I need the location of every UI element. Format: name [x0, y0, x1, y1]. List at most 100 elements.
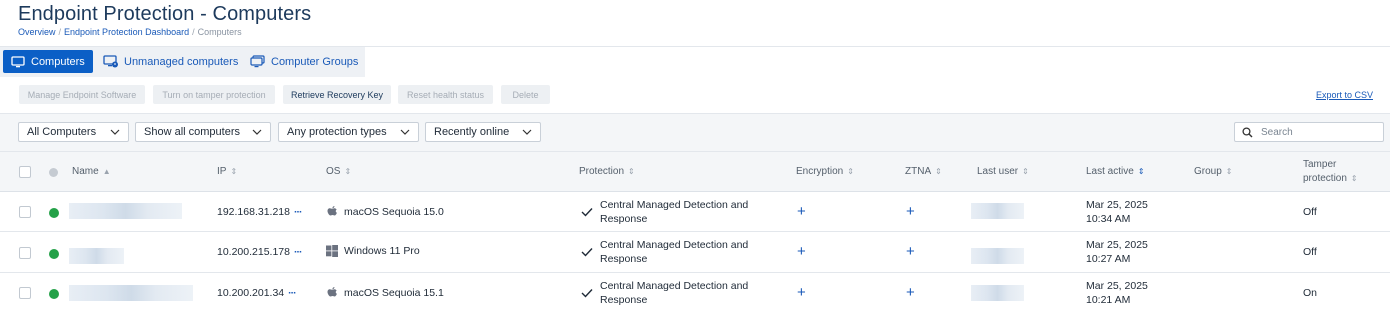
- page-header: Endpoint Protection - Computers Overview…: [0, 0, 1390, 46]
- computer-groups-icon: [250, 55, 265, 68]
- delete-button[interactable]: Delete: [501, 85, 550, 104]
- search-box[interactable]: [1234, 122, 1384, 142]
- more-options-icon[interactable]: ···: [294, 206, 302, 218]
- more-options-icon[interactable]: ···: [294, 246, 302, 258]
- protection-cell: Central Managed Detection and Response: [581, 238, 770, 266]
- column-header-group[interactable]: Group ⇕: [1194, 166, 1233, 177]
- last-active-date: Mar 25, 2025: [1086, 280, 1148, 292]
- os-cell: macOS Sequoia 15.1: [326, 286, 444, 299]
- row-checkbox[interactable]: [19, 247, 31, 259]
- chevron-down-icon: [110, 129, 120, 135]
- last-active-time: 10:34 AM: [1086, 213, 1131, 225]
- column-header-name[interactable]: Name ▲: [72, 166, 111, 177]
- check-icon: [581, 208, 593, 217]
- check-icon: [581, 289, 593, 298]
- ip-address: 192.168.31.218 ···: [217, 206, 302, 218]
- redacted-last-user: [971, 203, 1024, 219]
- column-header-last-user[interactable]: Last user ⇕: [977, 166, 1029, 177]
- action-toolbar: Manage Endpoint Software Turn on tamper …: [0, 77, 1390, 114]
- column-header-tamper-protection[interactable]: Tamper protection ⇕: [1303, 158, 1373, 186]
- last-active-cell: Mar 25, 2025 10:27 AM: [1086, 238, 1148, 266]
- tab-computer-groups-label: Computer Groups: [271, 55, 359, 68]
- column-header-last-active[interactable]: Last active ⇕: [1086, 166, 1145, 177]
- chevron-down-icon: [252, 129, 262, 135]
- online-status-select[interactable]: Recently online: [425, 122, 541, 142]
- protection-types-select[interactable]: Any protection types: [278, 122, 419, 142]
- sort-icon: ⇕: [1022, 166, 1029, 176]
- breadcrumb: Overview / Endpoint Protection Dashboard / C…: [18, 27, 242, 37]
- computers-scope-value: All Computers: [27, 126, 97, 138]
- show-computers-select[interactable]: Show all computers: [135, 122, 271, 142]
- table-row[interactable]: 10.200.215.178 ··· Windows 11 Pro Central…: [0, 233, 1390, 273]
- last-active-cell: Mar 25, 2025 10:34 AM: [1086, 198, 1148, 226]
- add-encryption-button[interactable]: +: [797, 203, 806, 220]
- sort-icon: ⇕: [847, 166, 854, 176]
- column-header-ip[interactable]: IP ⇕: [217, 166, 237, 177]
- protection-cell: Central Managed Detection and Response: [581, 279, 770, 307]
- filter-bar: All Computers Show all computers Any pro…: [0, 114, 1390, 152]
- search-input[interactable]: [1261, 126, 1371, 138]
- add-ztna-button[interactable]: +: [906, 284, 915, 301]
- reset-health-status-button[interactable]: Reset health status: [398, 85, 493, 104]
- monitor-icon: [11, 55, 25, 67]
- protection-cell: Central Managed Detection and Response: [581, 198, 770, 226]
- export-csv-link[interactable]: Export to CSV: [1316, 90, 1373, 100]
- manage-endpoint-software-button[interactable]: Manage Endpoint Software: [19, 85, 145, 104]
- show-computers-value: Show all computers: [144, 126, 240, 138]
- chevron-down-icon: [522, 129, 532, 135]
- tab-computers-label: Computers: [31, 55, 85, 68]
- table-row[interactable]: 192.168.31.218 ··· macOS Sequoia 15.0 Cen…: [0, 192, 1390, 232]
- sort-icon: ⇕: [230, 166, 238, 176]
- search-icon: [1242, 126, 1253, 137]
- turn-on-tamper-protection-button[interactable]: Turn on tamper protection: [153, 85, 275, 104]
- sort-icon: ⇕: [1225, 166, 1233, 176]
- tamper-protection-value: Off: [1303, 246, 1317, 258]
- select-all-checkbox[interactable]: [19, 166, 31, 178]
- os-cell: Windows 11 Pro: [326, 245, 420, 257]
- check-icon: [581, 248, 593, 257]
- tab-unmanaged-computers[interactable]: Unmanaged computers: [95, 50, 246, 73]
- add-ztna-button[interactable]: +: [906, 243, 915, 260]
- tamper-protection-value: On: [1303, 287, 1318, 299]
- computers-scope-select[interactable]: All Computers: [18, 122, 129, 142]
- tab-computers[interactable]: Computers: [3, 50, 93, 73]
- status-column-icon: [49, 168, 58, 177]
- column-header-encryption[interactable]: Encryption ⇕: [796, 166, 854, 177]
- protection-label: Central Managed Detection and Response: [600, 199, 749, 225]
- healthy-status-icon: [49, 249, 59, 259]
- table-row[interactable]: 10.200.201.34 ··· macOS Sequoia 15.1 Cent…: [0, 273, 1390, 313]
- redacted-last-user: [971, 248, 1024, 264]
- more-options-icon[interactable]: ···: [288, 287, 296, 299]
- tab-unmanaged-label: Unmanaged computers: [124, 55, 239, 68]
- last-active-date: Mar 25, 2025: [1086, 239, 1148, 251]
- retrieve-recovery-key-button[interactable]: Retrieve Recovery Key: [283, 85, 391, 104]
- add-ztna-button[interactable]: +: [906, 203, 915, 220]
- row-checkbox[interactable]: [19, 206, 31, 218]
- column-header-protection[interactable]: Protection ⇕: [579, 166, 635, 177]
- breadcrumb-overview[interactable]: Overview: [18, 27, 56, 37]
- redacted-computer-name[interactable]: [69, 248, 124, 264]
- add-encryption-button[interactable]: +: [797, 284, 806, 301]
- column-header-ztna[interactable]: ZTNA ⇕: [905, 166, 942, 177]
- unmanaged-computer-icon: [103, 55, 118, 68]
- add-encryption-button[interactable]: +: [797, 243, 806, 260]
- windows-icon: [326, 245, 338, 257]
- sort-icon: ⇕: [935, 166, 942, 176]
- page-title: Endpoint Protection - Computers: [18, 3, 312, 25]
- tamper-protection-value: Off: [1303, 206, 1317, 218]
- redacted-computer-name[interactable]: [69, 285, 193, 301]
- healthy-status-icon: [49, 289, 59, 299]
- tab-bar: Computers Unmanaged computers Computer G…: [0, 46, 1390, 77]
- breadcrumb-current: Computers: [197, 27, 242, 37]
- breadcrumb-endpoint-dashboard[interactable]: Endpoint Protection Dashboard: [64, 27, 189, 37]
- sort-icon: ⇕: [1350, 174, 1358, 183]
- row-checkbox[interactable]: [19, 287, 31, 299]
- last-active-cell: Mar 25, 2025 10:21 AM: [1086, 279, 1148, 307]
- column-header-os[interactable]: OS ⇕: [326, 166, 351, 177]
- tab-computer-groups[interactable]: Computer Groups: [242, 50, 366, 73]
- sort-icon: ⇕: [628, 166, 635, 176]
- last-active-date: Mar 25, 2025: [1086, 199, 1148, 211]
- ip-address: 10.200.215.178 ···: [217, 246, 302, 258]
- redacted-computer-name[interactable]: [69, 203, 182, 219]
- healthy-status-icon: [49, 208, 59, 218]
